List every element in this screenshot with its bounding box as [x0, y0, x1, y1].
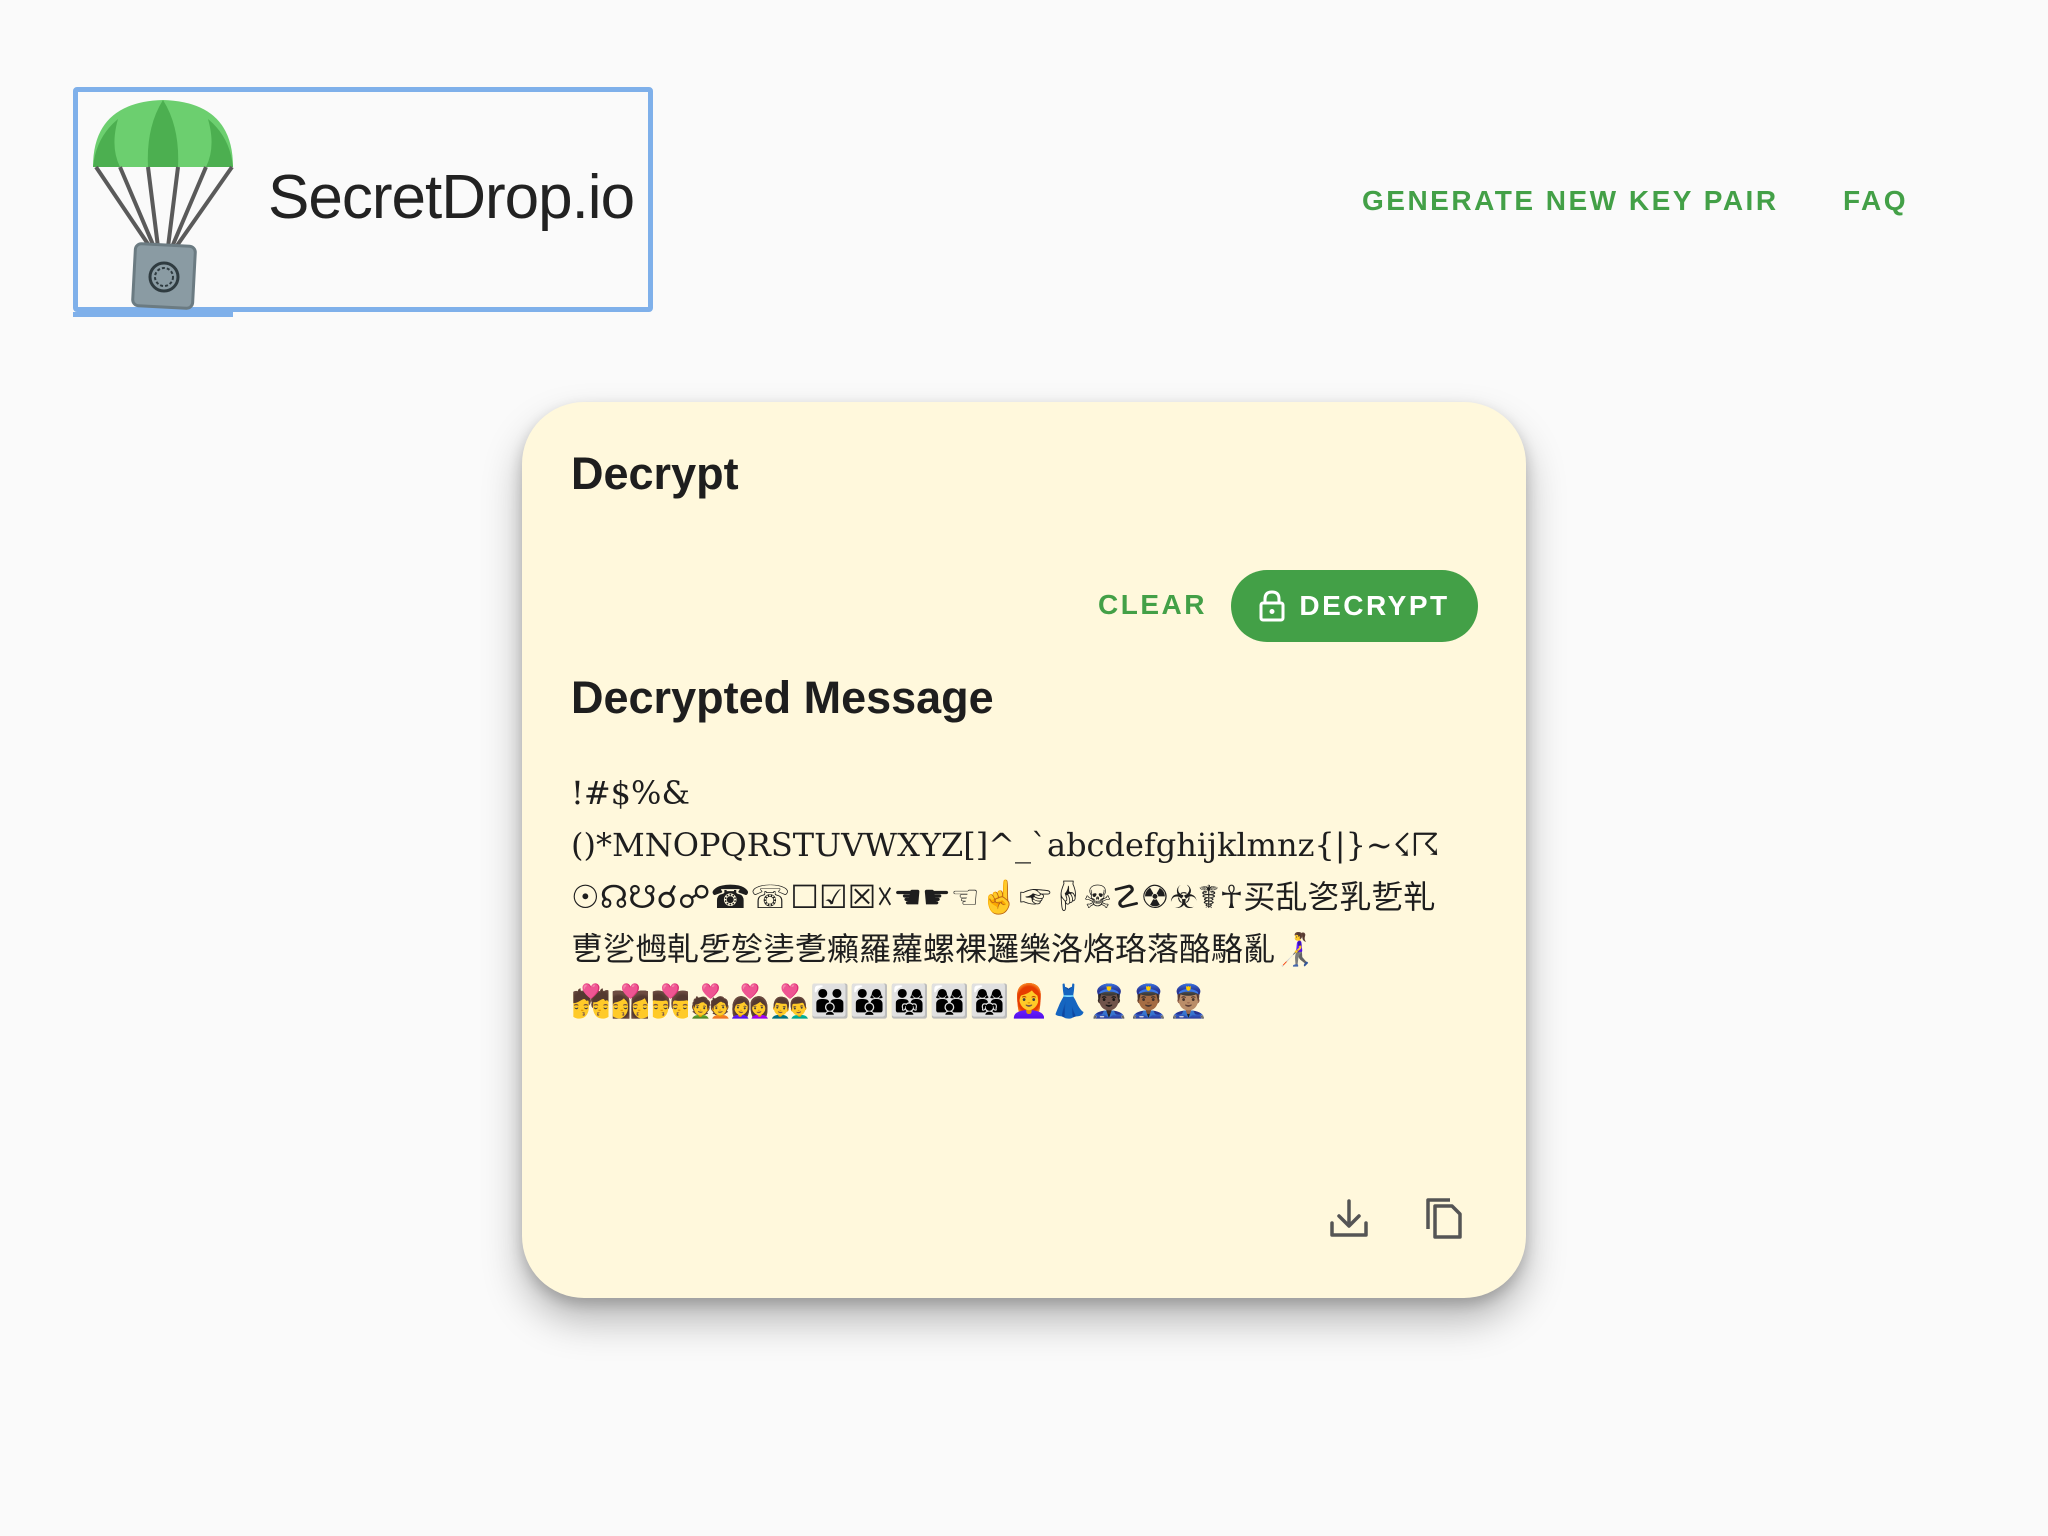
clear-button[interactable]: CLEAR: [1072, 570, 1233, 640]
nav-generate-key-pair[interactable]: GENERATE NEW KEY PAIR: [1362, 185, 1779, 217]
message-line: ()*MNOPQRSTUVWXYZ[]^_`abcdefghijklmnz{|}…: [571, 826, 1440, 864]
copy-icon[interactable]: [1420, 1195, 1466, 1241]
card-title: Decrypt: [571, 448, 739, 499]
lock-icon: [1259, 590, 1285, 622]
message-line: 乶乷乸乹乺乻乼乽癩羅蘿螺裸邏樂洛烙珞落酪駱亂👩‍🦯: [571, 930, 1315, 968]
parachute-logo-icon: [93, 100, 234, 310]
decrypt-card: Decrypt CLEAR DECRYPT Decrypted Message …: [522, 402, 1526, 1298]
decrypted-message-title: Decrypted Message: [571, 672, 994, 723]
message-line: 💏👩‍❤️‍💋‍👩👨‍❤️‍💋‍👨💑👩‍❤️‍👩👨‍❤️‍👨👪👨‍👩‍👦👨‍👩‍…: [571, 982, 1209, 1020]
nav-faq[interactable]: FAQ: [1843, 185, 1908, 217]
message-line: ☉☊☋☌☍☎☏☐☑☒☓☚☛☜☝☞☟☠☡☢☣☤☥买乱乲乳乴乵: [571, 878, 1436, 916]
home-logo-link[interactable]: SecretDrop.io: [73, 87, 653, 317]
site-name: SecretDrop.io: [268, 163, 635, 232]
message-line: !#$%&: [571, 774, 690, 812]
decrypted-message-text: !#$%& ()*MNOPQRSTUVWXYZ[]^_`abcdefghijkl…: [571, 767, 1491, 1027]
decrypt-button-label: DECRYPT: [1299, 590, 1450, 621]
decrypt-button[interactable]: DECRYPT: [1231, 570, 1478, 642]
download-icon[interactable]: [1326, 1195, 1372, 1241]
